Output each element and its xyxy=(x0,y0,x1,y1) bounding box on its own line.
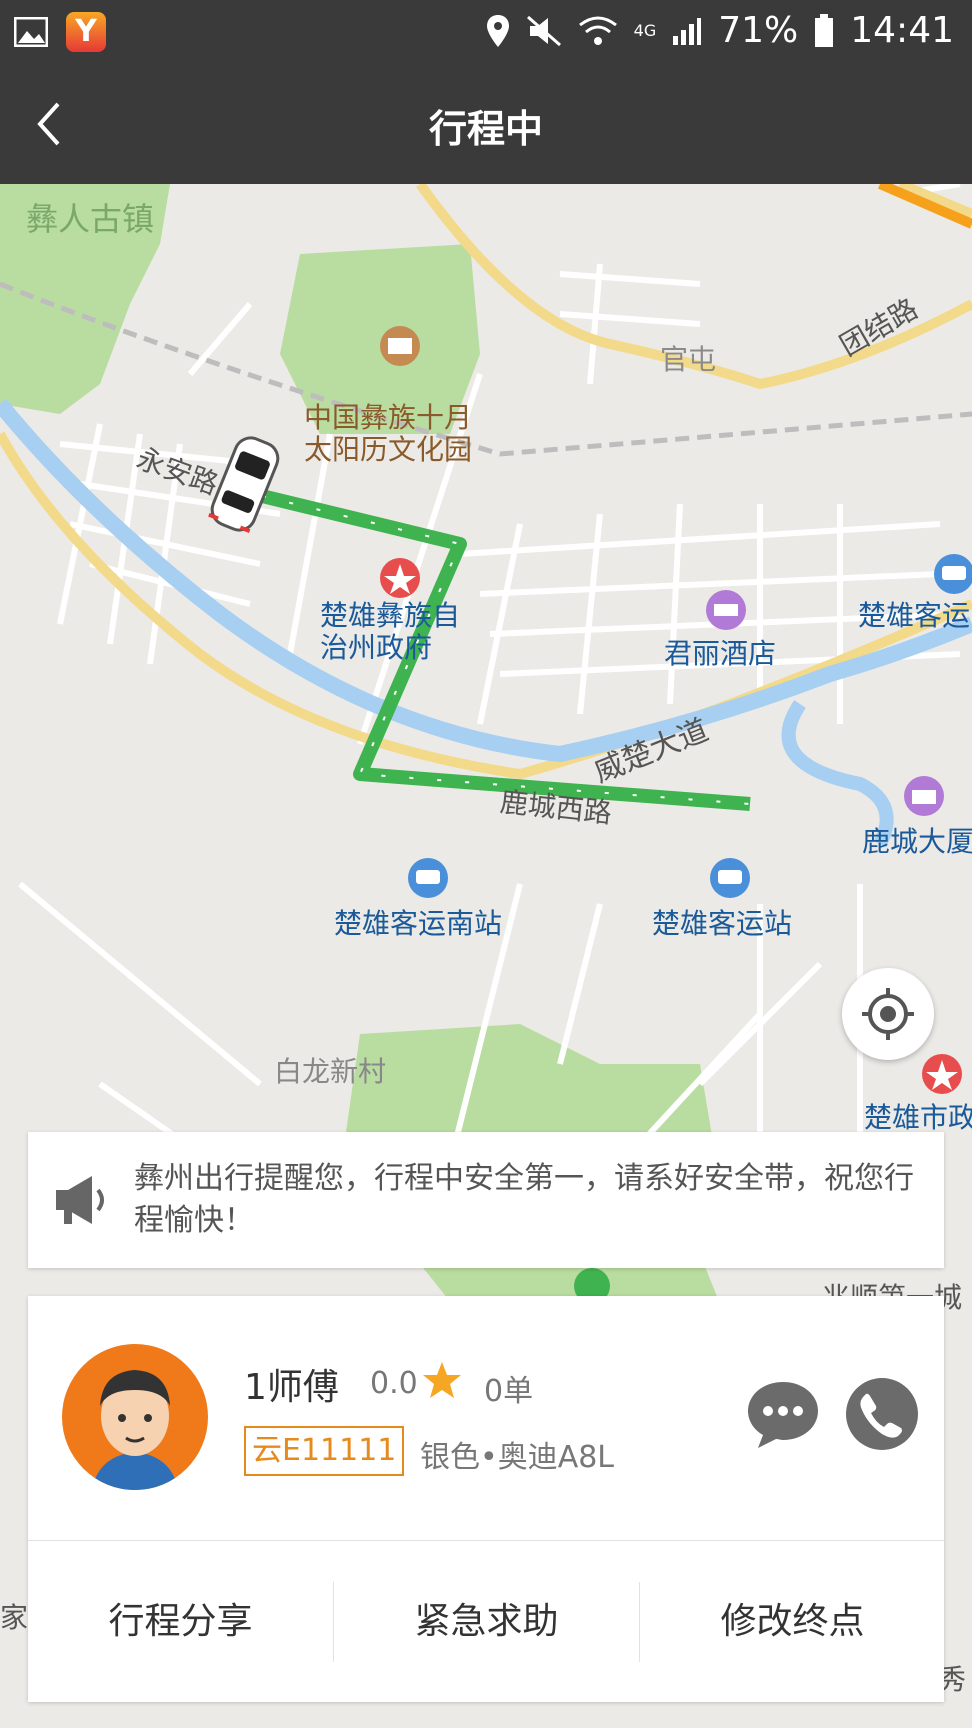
sos-button[interactable]: 紧急求助 xyxy=(334,1542,639,1702)
network-type: 4G xyxy=(633,21,657,40)
star-icon xyxy=(423,1362,461,1398)
mute-icon xyxy=(526,15,561,46)
location-icon xyxy=(486,14,509,47)
driver-rating: 0.0 xyxy=(370,1366,418,1401)
license-plate: 云E11111 xyxy=(244,1426,405,1476)
map-label-culture-park[interactable]: 中国彝族十月 太阳历文化园 xyxy=(304,402,472,466)
map-label-lucheng-building[interactable]: 鹿城大厦 xyxy=(862,820,972,860)
map-label-hotel[interactable]: 君丽酒店 xyxy=(664,632,776,672)
page-title: 行程中 xyxy=(428,107,543,151)
map-label-bus-station[interactable]: 楚雄客运站 xyxy=(652,902,792,942)
battery-icon xyxy=(815,13,834,47)
phone-icon xyxy=(860,1393,902,1438)
share-trip-button[interactable]: 行程分享 xyxy=(28,1542,333,1702)
clock: 14:41 xyxy=(850,10,954,51)
map-label-guantun: 官屯 xyxy=(660,343,717,376)
app-notification-icon: Y xyxy=(66,12,106,52)
battery-percent: 71% xyxy=(718,10,799,51)
car-description: 银色•奥迪A8L xyxy=(420,1440,615,1475)
chat-bubble-icon[interactable] xyxy=(746,1378,820,1452)
map-label-bus-station-right[interactable]: 楚雄客运 xyxy=(858,594,970,634)
map-label-south-bus-station[interactable]: 楚雄客运南站 xyxy=(334,902,502,942)
locate-icon xyxy=(862,988,914,1040)
map-label-bailong-village: 白龙新村 xyxy=(274,1055,387,1088)
safety-notice: 彝州出行提醒您，行程中安全第一，请系好安全带，祝您行程愉快！ xyxy=(28,1132,944,1268)
map-label-govt[interactable]: 楚雄彝族自 治州政府 xyxy=(320,600,460,664)
gallery-icon xyxy=(14,17,48,47)
driver-avatar xyxy=(62,1344,208,1490)
app-header: 行程中 xyxy=(0,66,972,184)
megaphone-icon xyxy=(56,1176,104,1224)
card-divider xyxy=(28,1540,944,1541)
map-label-left-edge: 家 xyxy=(0,1601,29,1634)
map-label-old-town: 彝人古镇 xyxy=(26,200,155,238)
notice-text: 彝州出行提醒您，行程中安全第一，请系好安全带，祝您行程愉快！ xyxy=(134,1161,914,1238)
driver-name: 1师傅 xyxy=(244,1367,339,1408)
change-destination-button[interactable]: 修改终点 xyxy=(640,1542,945,1702)
driver-card: 1师傅 0.0 0单 云E11111 银色•奥迪A8L 行程分享 紧急求助 修改… xyxy=(28,1296,944,1702)
locate-button[interactable] xyxy=(842,968,934,1060)
signal-icon xyxy=(673,17,702,45)
status-bar: Y 4G 71% 14:41 xyxy=(0,0,972,66)
map-label-city-govt[interactable]: 楚雄市政 xyxy=(864,1096,972,1136)
driver-order-count: 0单 xyxy=(484,1374,534,1409)
wifi-icon xyxy=(578,16,617,45)
call-button[interactable] xyxy=(846,1378,918,1450)
